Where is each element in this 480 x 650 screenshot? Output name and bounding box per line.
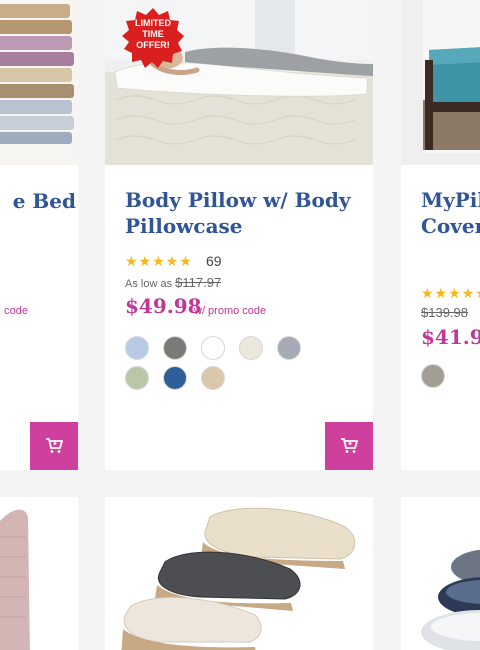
product-card-bottom-left[interactable] xyxy=(0,497,78,650)
review-count[interactable]: 69 xyxy=(206,253,222,269)
product-card-bottom-right[interactable] xyxy=(401,497,480,650)
product-image-moccasins[interactable] xyxy=(105,497,373,650)
product-image-pillow[interactable] xyxy=(0,497,78,650)
original-price: $117.97 xyxy=(175,275,222,290)
product-title-line: Pillowcase xyxy=(125,214,243,238)
sale-price: $49.98 xyxy=(125,294,202,318)
color-swatch[interactable] xyxy=(163,336,187,360)
as-low-as-label: As low as xyxy=(125,278,173,290)
add-to-cart-button[interactable] xyxy=(325,422,373,470)
product-card-right[interactable]: MyPil Cover ★★★★★ $139.98 $41.99 xyxy=(401,0,480,470)
color-swatch[interactable] xyxy=(201,366,225,390)
original-price: $139.98 xyxy=(421,305,468,320)
as-low-as-line: As low as $117.97 xyxy=(125,275,221,290)
star-rating: ★★★★★ xyxy=(421,285,480,301)
cart-icon xyxy=(341,438,358,453)
product-title-line: Body Pillow w/ Body xyxy=(125,188,351,212)
promo-text: w/ promo code xyxy=(194,305,267,317)
product-title[interactable]: e Bed xyxy=(0,188,76,214)
product-image-bed[interactable] xyxy=(401,0,480,165)
color-swatch[interactable] xyxy=(421,364,445,388)
color-swatch[interactable] xyxy=(201,336,225,360)
product-card-moccasins[interactable] xyxy=(105,497,373,650)
product-title[interactable]: MyPil Cover xyxy=(421,187,480,239)
product-title-line: MyPil xyxy=(421,188,480,212)
product-title-line: Cover xyxy=(421,214,480,238)
star-rating: ★★★★★ xyxy=(125,253,193,269)
product-image-body-pillow[interactable]: LIMITED TIME OFFER! xyxy=(105,0,373,165)
product-title[interactable]: Body Pillow w/ Body Pillowcase xyxy=(125,187,365,239)
color-swatch[interactable] xyxy=(125,366,149,390)
product-grid: e Bed code LIMITED TIME OFFER! Body Pill… xyxy=(0,0,480,650)
badge-line: LIMITED xyxy=(135,18,171,28)
color-swatch[interactable] xyxy=(239,336,263,360)
product-card-body-pillow[interactable]: LIMITED TIME OFFER! Body Pillow w/ Body … xyxy=(105,0,373,470)
sale-price: $41.99 xyxy=(421,325,480,349)
color-swatch[interactable] xyxy=(277,336,301,360)
product-card-left[interactable]: e Bed code xyxy=(0,0,78,470)
color-swatch[interactable] xyxy=(163,366,187,390)
limited-offer-badge: LIMITED TIME OFFER! xyxy=(121,18,185,51)
product-image-slippers[interactable] xyxy=(401,497,480,650)
badge-line: TIME xyxy=(142,29,164,39)
cart-icon xyxy=(46,438,63,453)
product-image-sheets[interactable] xyxy=(0,0,78,165)
badge-line: OFFER! xyxy=(136,40,170,50)
add-to-cart-button[interactable] xyxy=(30,422,78,470)
promo-text: code xyxy=(4,305,28,317)
color-swatch[interactable] xyxy=(125,336,149,360)
